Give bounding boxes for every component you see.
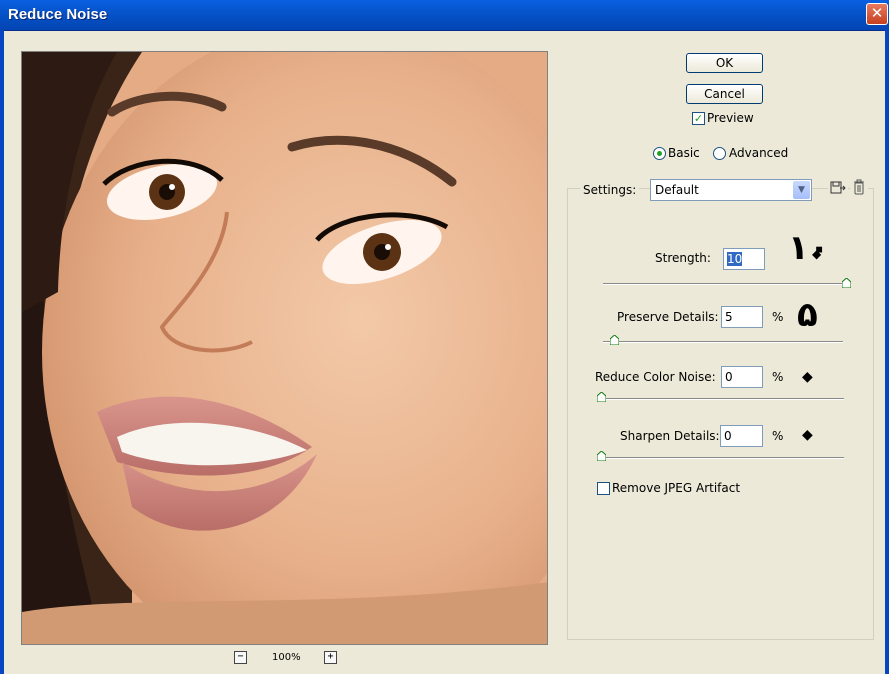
basic-label: Basic <box>668 146 700 160</box>
preserve-details-input[interactable]: 5 <box>721 306 763 328</box>
settings-value: Default <box>655 183 699 197</box>
preview-label: Preview <box>707 111 754 125</box>
remove-jpeg-label: Remove JPEG Artifact <box>612 481 741 495</box>
strength-slider-thumb[interactable] <box>842 278 851 288</box>
reduce-color-noise-value: 0 <box>725 370 733 384</box>
basic-radio[interactable] <box>653 147 666 160</box>
reduce-color-noise-slider-thumb[interactable] <box>597 392 606 402</box>
preserve-annotation: ۵ <box>797 295 818 335</box>
minus-icon: − <box>237 651 244 662</box>
preview-checkbox[interactable]: ✓ <box>692 112 705 125</box>
preserve-details-value: 5 <box>725 310 733 324</box>
sharpen-details-value: 0 <box>724 429 732 443</box>
zoom-level: 100% <box>272 652 301 663</box>
advanced-label: Advanced <box>729 146 789 160</box>
checkmark-icon: ✓ <box>693 112 704 125</box>
chevron-down-icon: ▼ <box>793 181 810 199</box>
strength-input[interactable]: 10 <box>723 248 765 270</box>
zoom-out-button[interactable]: − <box>234 651 247 664</box>
zoom-in-button[interactable]: + <box>324 651 337 664</box>
plus-icon: + <box>327 651 334 662</box>
strength-annotation: ۱۰ <box>788 228 830 268</box>
preserve-details-slider-thumb[interactable] <box>610 335 619 345</box>
title-bar: Reduce Noise ✕ <box>0 0 889 31</box>
reduce-color-noise-input[interactable]: 0 <box>721 366 763 388</box>
advanced-radio[interactable] <box>713 147 726 160</box>
window-title: Reduce Noise <box>8 6 108 23</box>
sharpen-details-slider-thumb[interactable] <box>597 451 606 461</box>
settings-label: Settings: <box>580 183 640 197</box>
preview-image[interactable] <box>21 51 548 645</box>
remove-jpeg-checkbox[interactable] <box>597 482 610 495</box>
close-icon: ✕ <box>870 4 884 22</box>
preserve-details-unit: % <box>772 310 784 324</box>
reduce-color-noise-label: Reduce Color Noise: <box>595 370 716 384</box>
trash-icon[interactable] <box>850 178 868 199</box>
strength-label: Strength: <box>655 251 711 265</box>
strength-value: 10 <box>727 252 743 266</box>
cancel-button[interactable]: Cancel <box>686 84 763 104</box>
sharpen-details-label: Sharpen Details: <box>620 429 720 443</box>
preserve-details-label: Preserve Details: <box>617 310 719 324</box>
window-frame-left <box>0 30 4 674</box>
sharpen-details-slider-track[interactable] <box>598 457 844 459</box>
save-settings-icon[interactable] <box>828 179 848 199</box>
preserve-details-slider-track[interactable] <box>603 341 843 343</box>
diamond-icon: ◆ <box>812 247 822 261</box>
face-photo <box>22 52 547 644</box>
sharpen-details-input[interactable]: 0 <box>720 425 763 447</box>
strength-slider-track[interactable] <box>603 283 847 285</box>
reduce-color-noise-unit: % <box>772 370 784 384</box>
radio-selected-dot <box>657 151 662 156</box>
diamond-icon: ◆ <box>802 427 813 443</box>
settings-dropdown[interactable]: Default ▼ <box>650 179 812 201</box>
diamond-icon: ◆ <box>802 369 813 385</box>
reduce-color-noise-slider-track[interactable] <box>598 398 844 400</box>
close-button[interactable]: ✕ <box>866 3 888 25</box>
window-frame-right <box>885 30 889 674</box>
ok-button[interactable]: OK <box>686 53 763 73</box>
sharpen-details-unit: % <box>772 429 784 443</box>
